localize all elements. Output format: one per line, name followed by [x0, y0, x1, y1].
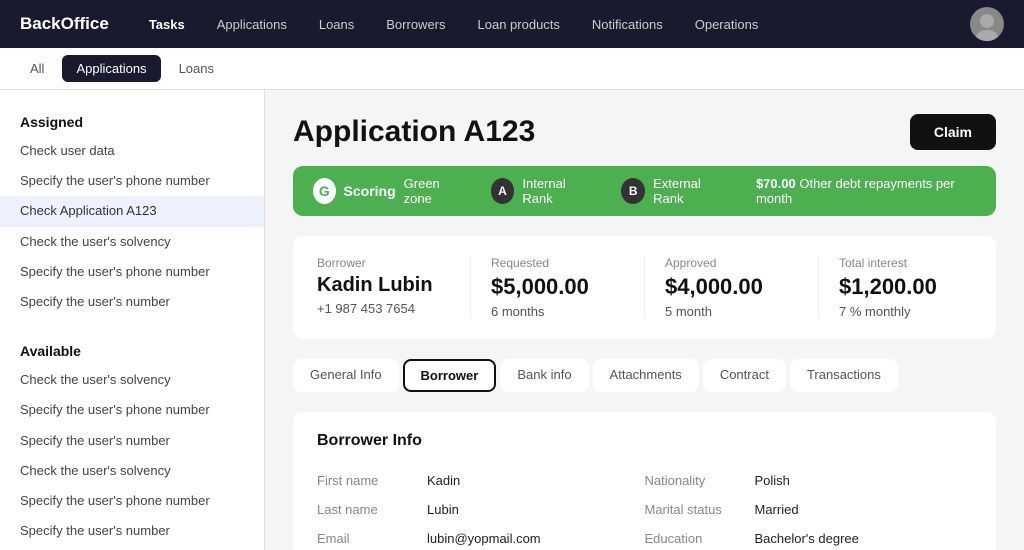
sidebar-item-check-solvency-1[interactable]: Check the user's solvency — [0, 227, 264, 257]
field-education: Education Bachelor's degree — [645, 524, 973, 550]
claim-button[interactable]: Claim — [910, 114, 996, 150]
scoring-zone: Green zone — [404, 176, 463, 206]
nav-loan-products[interactable]: Loan products — [476, 13, 562, 36]
interest-col-label: Total interest — [839, 256, 972, 270]
field-email-val: lubin@yopmail.com — [427, 531, 541, 546]
nav-borrowers[interactable]: Borrowers — [384, 13, 447, 36]
sidebar-item-specify-number-1[interactable]: Specify the user's number — [0, 287, 264, 317]
field-last-name-val: Lubin — [427, 502, 459, 517]
field-last-name-key: Last name — [317, 502, 427, 517]
assigned-section-title: Assigned — [0, 106, 264, 136]
sidebar-item-avail-1[interactable]: Check the user's solvency — [0, 365, 264, 395]
sidebar-item-avail-2[interactable]: Specify the user's phone number — [0, 395, 264, 425]
sub-nav-applications[interactable]: Applications — [62, 55, 160, 82]
scoring-badge: G Scoring Green zone — [313, 176, 463, 206]
sidebar: Assigned Check user data Specify the use… — [0, 90, 265, 550]
available-section-title: Available — [0, 335, 264, 365]
scoring-label: Scoring — [344, 183, 396, 199]
nav-tasks[interactable]: Tasks — [147, 13, 187, 36]
internal-rank-label: Internal Rank — [522, 176, 593, 206]
page-header: Application A123 Claim — [293, 114, 996, 150]
borrower-left-fields: First name Kadin Last name Lubin Email l… — [317, 466, 645, 550]
borrower-info-grid: First name Kadin Last name Lubin Email l… — [317, 466, 972, 550]
field-marital-key: Marital status — [645, 502, 755, 517]
approved-amount: $4,000.00 — [665, 274, 798, 300]
external-rank-circle: B — [621, 178, 645, 204]
approved-duration: 5 month — [665, 304, 798, 319]
sub-nav-loans[interactable]: Loans — [165, 55, 228, 82]
debt-info: $70.00 Other debt repayments per month — [756, 176, 976, 206]
requested-col-label: Requested — [491, 256, 624, 270]
borrower-name: Kadin Lubin — [317, 274, 450, 297]
field-email: Email lubin@yopmail.com — [317, 524, 645, 550]
field-education-val: Bachelor's degree — [755, 531, 859, 546]
borrower-col: Borrower Kadin Lubin +1 987 453 7654 — [317, 256, 471, 319]
tabs: General Info Borrower Bank info Attachme… — [293, 359, 996, 392]
borrower-right-fields: Nationality Polish Marital status Marrie… — [645, 466, 973, 550]
borrower-info-section: Borrower Info First name Kadin Last name… — [293, 412, 996, 550]
field-first-name-key: First name — [317, 473, 427, 488]
field-email-key: Email — [317, 531, 427, 546]
page-title: Application A123 — [293, 115, 535, 149]
sidebar-item-avail-6[interactable]: Specify the user's number — [0, 516, 264, 546]
field-nationality-key: Nationality — [645, 473, 755, 488]
nav-operations[interactable]: Operations — [693, 13, 761, 36]
internal-rank-badge: A Internal Rank — [491, 176, 594, 206]
tab-general-info[interactable]: General Info — [293, 359, 399, 392]
field-nationality-val: Polish — [755, 473, 790, 488]
sidebar-item-specify-phone-1[interactable]: Specify the user's phone number — [0, 166, 264, 196]
interest-rate: 7 % monthly — [839, 304, 972, 319]
sub-nav: All Applications Loans — [0, 48, 1024, 90]
external-rank-badge: B External Rank — [621, 176, 728, 206]
requested-duration: 6 months — [491, 304, 624, 319]
sidebar-item-avail-5[interactable]: Specify the user's phone number — [0, 486, 264, 516]
requested-col: Requested $5,000.00 6 months — [491, 256, 645, 319]
nav-applications[interactable]: Applications — [215, 13, 289, 36]
interest-col: Total interest $1,200.00 7 % monthly — [839, 256, 972, 319]
sidebar-item-avail-7[interactable]: Check user data — [0, 546, 264, 550]
scoring-g-icon: G — [313, 178, 336, 204]
layout: Assigned Check user data Specify the use… — [0, 90, 1024, 550]
interest-amount: $1,200.00 — [839, 274, 972, 300]
scoring-bar: G Scoring Green zone A Internal Rank B E… — [293, 166, 996, 216]
debt-amount: $70.00 — [756, 176, 796, 191]
tab-transactions[interactable]: Transactions — [790, 359, 898, 392]
field-marital-status: Marital status Married — [645, 495, 973, 524]
tab-attachments[interactable]: Attachments — [593, 359, 699, 392]
sidebar-item-specify-phone-2[interactable]: Specify the user's phone number — [0, 257, 264, 287]
requested-amount: $5,000.00 — [491, 274, 624, 300]
tab-bank-info[interactable]: Bank info — [500, 359, 588, 392]
borrower-phone: +1 987 453 7654 — [317, 301, 450, 316]
top-nav: BackOffice Tasks Applications Loans Borr… — [0, 0, 1024, 48]
external-rank-label: External Rank — [653, 176, 728, 206]
logo: BackOffice — [20, 14, 109, 34]
sidebar-item-check-user-data[interactable]: Check user data — [0, 136, 264, 166]
field-education-key: Education — [645, 531, 755, 546]
approved-col: Approved $4,000.00 5 month — [665, 256, 819, 319]
field-first-name: First name Kadin — [317, 466, 645, 495]
borrower-summary-card: Borrower Kadin Lubin +1 987 453 7654 Req… — [293, 236, 996, 339]
field-last-name: Last name Lubin — [317, 495, 645, 524]
borrower-info-title: Borrower Info — [317, 432, 972, 450]
field-first-name-val: Kadin — [427, 473, 460, 488]
tab-contract[interactable]: Contract — [703, 359, 786, 392]
sidebar-item-check-application[interactable]: Check Application A123 — [0, 196, 264, 226]
borrower-col-label: Borrower — [317, 256, 450, 270]
sidebar-item-avail-3[interactable]: Specify the user's number — [0, 426, 264, 456]
field-nationality: Nationality Polish — [645, 466, 973, 495]
nav-notifications[interactable]: Notifications — [590, 13, 665, 36]
field-marital-val: Married — [755, 502, 799, 517]
internal-rank-circle: A — [491, 178, 515, 204]
main-content: Application A123 Claim G Scoring Green z… — [265, 90, 1024, 550]
approved-col-label: Approved — [665, 256, 798, 270]
sidebar-item-avail-4[interactable]: Check the user's solvency — [0, 456, 264, 486]
sub-nav-all[interactable]: All — [16, 55, 58, 82]
nav-loans[interactable]: Loans — [317, 13, 356, 36]
tab-borrower[interactable]: Borrower — [403, 359, 497, 392]
avatar[interactable] — [970, 7, 1004, 41]
